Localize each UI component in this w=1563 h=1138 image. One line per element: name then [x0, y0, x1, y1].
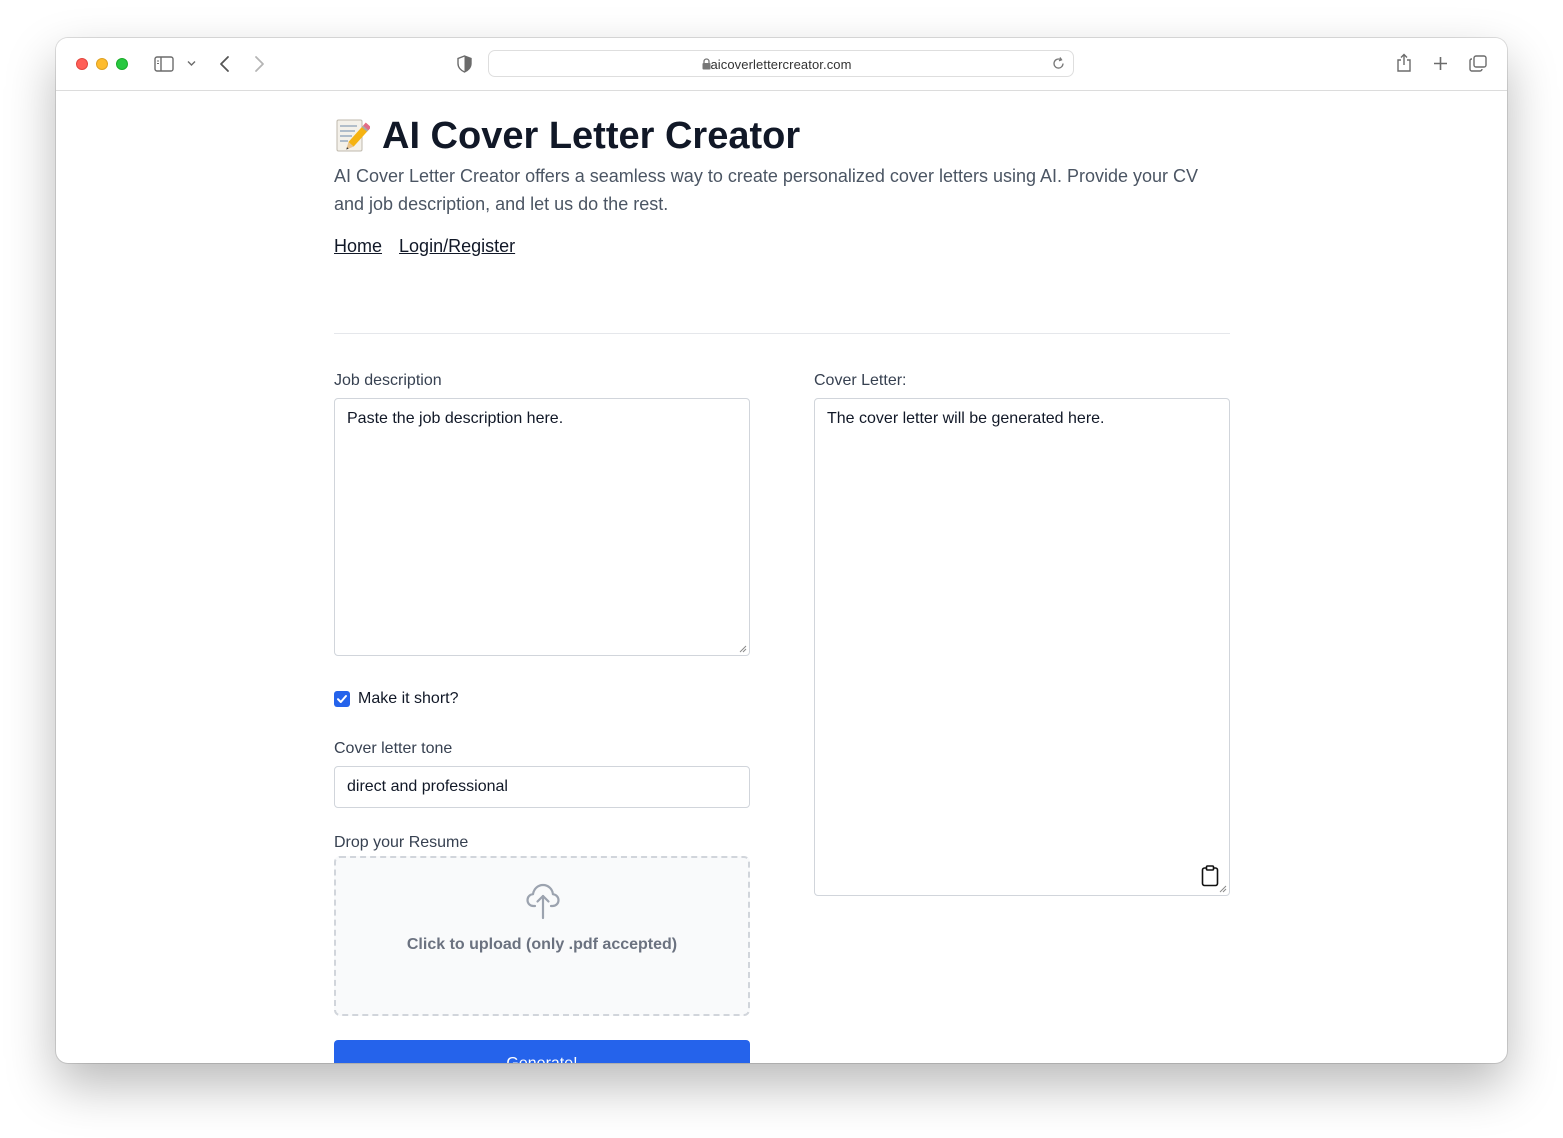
resize-grip-icon[interactable]: [1219, 885, 1227, 893]
make-short-label[interactable]: Make it short?: [358, 690, 458, 708]
nav-links: Home Login/Register: [334, 236, 527, 257]
shield-icon[interactable]: [457, 55, 472, 73]
browser-toolbar: aicoverlettercreator.com: [56, 38, 1507, 91]
job-description-placeholder: Paste the job description here.: [347, 410, 564, 427]
minimize-window-button[interactable]: [96, 58, 108, 70]
job-description-textarea[interactable]: Paste the job description here.: [334, 398, 750, 656]
sidebar-icon[interactable]: [154, 56, 174, 72]
clipboard-icon[interactable]: [1201, 865, 1219, 887]
memo-icon: [336, 119, 370, 152]
checkmark-icon: [337, 695, 347, 703]
new-tab-icon[interactable]: [1433, 56, 1448, 71]
divider: [334, 333, 1230, 334]
nav-login-register-link[interactable]: Login/Register: [399, 236, 515, 256]
url-text: aicoverlettercreator.com: [710, 57, 852, 72]
page-title: AI Cover Letter Creator: [382, 115, 801, 157]
resume-label: Drop your Resume: [334, 834, 469, 851]
share-icon[interactable]: [1396, 53, 1412, 73]
nav-home-link[interactable]: Home: [334, 236, 382, 256]
browser-window: aicoverlettercreator.com AI Cover Letter…: [56, 38, 1507, 1063]
page-subtitle: AI Cover Letter Creator offers a seamles…: [334, 166, 1199, 214]
address-bar[interactable]: aicoverlettercreator.com: [488, 50, 1074, 77]
tab-overview-icon[interactable]: [1469, 55, 1487, 72]
zoom-window-button[interactable]: [116, 58, 128, 70]
back-icon[interactable]: [219, 55, 230, 73]
generate-button[interactable]: Generate!: [334, 1040, 750, 1063]
resize-grip-icon[interactable]: [739, 645, 747, 653]
cover-letter-label: Cover Letter:: [814, 372, 907, 389]
chevron-down-icon[interactable]: [187, 60, 196, 67]
cloud-upload-icon: [526, 883, 560, 920]
cover-letter-placeholder: The cover letter will be generated here.: [827, 410, 1105, 427]
close-window-button[interactable]: [76, 58, 88, 70]
make-short-checkbox[interactable]: [334, 691, 350, 707]
tone-label: Cover letter tone: [334, 740, 453, 757]
cover-letter-output[interactable]: The cover letter will be generated here.: [814, 398, 1230, 896]
reload-icon[interactable]: [1052, 57, 1065, 70]
resume-dropzone[interactable]: Click to upload (only .pdf accepted): [334, 856, 750, 1016]
tone-input[interactable]: direct and professional: [334, 766, 750, 808]
upload-instructions: Click to upload (only .pdf accepted): [406, 936, 678, 953]
job-description-label: Job description: [334, 372, 442, 389]
forward-icon[interactable]: [254, 55, 265, 73]
